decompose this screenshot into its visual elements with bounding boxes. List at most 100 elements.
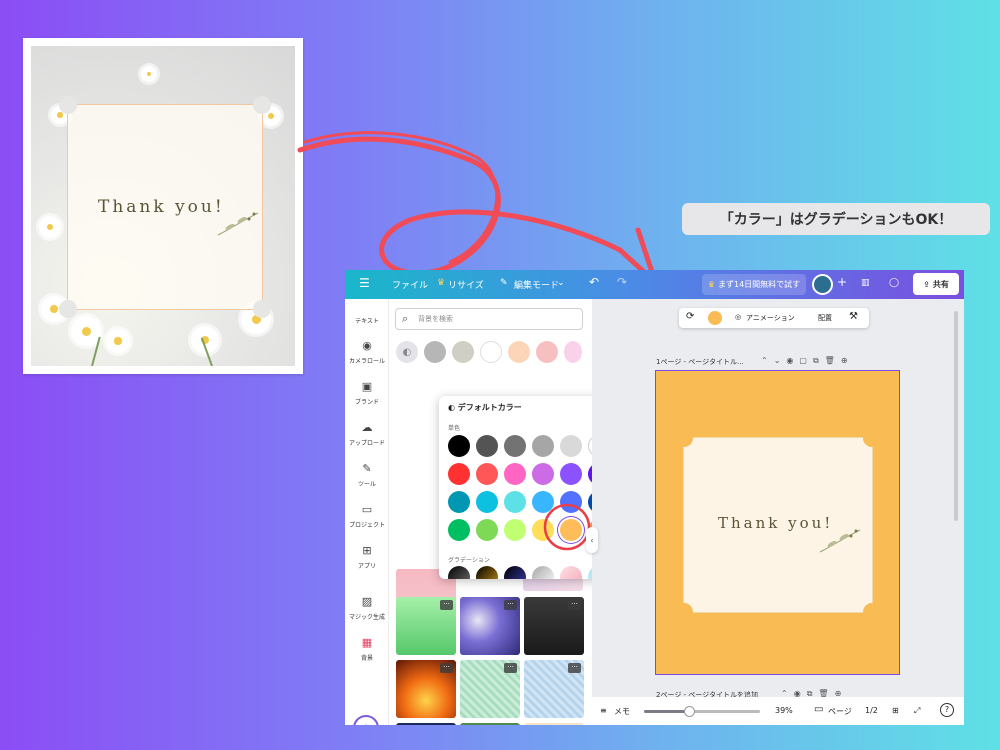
fullscreen-icon[interactable]: ⤢ bbox=[914, 706, 920, 716]
magic-button[interactable]: ✦ bbox=[353, 715, 379, 725]
notes-button[interactable]: メモ bbox=[614, 706, 630, 717]
design-page-1[interactable]: Thank you! bbox=[655, 370, 900, 675]
color-swatch[interactable] bbox=[448, 435, 470, 457]
rail-text[interactable]: テキスト bbox=[345, 316, 389, 325]
rotate-icon[interactable]: ⟳ bbox=[686, 311, 694, 322]
trash-icon[interactable]: 🗑 bbox=[825, 356, 841, 365]
pages-button[interactable]: ページ bbox=[828, 706, 852, 717]
top-swatch[interactable] bbox=[564, 341, 582, 363]
search-input[interactable]: ⌕ 背景を検索 bbox=[395, 308, 583, 330]
top-swatch[interactable] bbox=[424, 341, 446, 363]
color-swatch[interactable] bbox=[504, 435, 526, 457]
crown-icon: ♛ bbox=[707, 280, 715, 289]
rail-camera-roll[interactable]: ◉ カメラロール bbox=[345, 339, 389, 365]
rail-projects[interactable]: ▭ プロジェクト bbox=[345, 503, 389, 529]
gradient-swatch[interactable] bbox=[560, 566, 582, 579]
rail-brand-label: ブランド bbox=[354, 399, 379, 406]
rail-tools[interactable]: ✎ ツール bbox=[345, 462, 389, 488]
rail-apps-label: アプリ bbox=[357, 563, 376, 570]
chevron-up-icon[interactable]: ⌃ bbox=[761, 356, 774, 365]
avatar[interactable] bbox=[812, 274, 833, 295]
vertical-scrollbar[interactable] bbox=[954, 311, 958, 521]
duplicate-icon[interactable]: ⧉ bbox=[813, 356, 825, 365]
color-swatch[interactable] bbox=[532, 435, 554, 457]
undo-icon[interactable]: ↶ bbox=[589, 275, 599, 289]
background-thumbnail[interactable]: ··· bbox=[524, 660, 584, 718]
chevron-down-icon[interactable]: ⌄ bbox=[774, 356, 787, 365]
background-thumbnail[interactable]: ··· bbox=[396, 723, 456, 725]
rail-tools-label: ツール bbox=[357, 481, 376, 488]
add-page-icon[interactable]: ⊕ bbox=[841, 356, 854, 365]
zoom-slider-knob[interactable] bbox=[684, 706, 696, 717]
color-swatch[interactable] bbox=[476, 491, 498, 513]
gradient-swatch[interactable] bbox=[532, 566, 554, 579]
more-icon[interactable]: ··· bbox=[504, 663, 517, 673]
gradient-swatch[interactable] bbox=[476, 566, 498, 579]
background-thumbnail[interactable]: ··· bbox=[460, 723, 520, 725]
zoom-slider[interactable] bbox=[644, 706, 760, 717]
color-swatch[interactable] bbox=[504, 463, 526, 485]
color-swatch[interactable] bbox=[560, 435, 582, 457]
grid-view-icon[interactable]: ⊞ bbox=[892, 706, 899, 715]
rail-upload[interactable]: ☁ アップロード bbox=[345, 421, 389, 447]
file-menu[interactable]: ファイル bbox=[392, 278, 428, 291]
background-thumbnail[interactable]: ··· bbox=[460, 597, 520, 655]
notes-icon[interactable]: ≡ bbox=[600, 706, 607, 715]
color-swatch[interactable] bbox=[504, 519, 526, 541]
analytics-icon[interactable]: ▥ bbox=[861, 278, 870, 288]
palette-icon[interactable]: ◐ bbox=[396, 341, 418, 363]
rail-apps[interactable]: ⊞ アプリ bbox=[345, 544, 389, 570]
color-swatch[interactable] bbox=[448, 463, 470, 485]
collapse-panel-button[interactable]: ‹ bbox=[586, 527, 598, 553]
top-swatch[interactable] bbox=[508, 341, 530, 363]
background-thumbnail[interactable]: ··· bbox=[524, 723, 584, 725]
gradient-swatch[interactable] bbox=[448, 566, 470, 579]
rail-background[interactable]: ▦ 背景 bbox=[345, 636, 389, 662]
edit-mode-menu[interactable]: 編集モード bbox=[514, 278, 559, 291]
page1-title[interactable]: 1ページ - ページタイトル... bbox=[656, 357, 744, 367]
share-button[interactable]: ⇪ 共有 bbox=[913, 273, 959, 295]
background-thumbnail[interactable]: ··· bbox=[396, 660, 456, 718]
color-swatch[interactable] bbox=[476, 463, 498, 485]
color-swatch[interactable] bbox=[560, 463, 582, 485]
rail-background-label: 背景 bbox=[360, 655, 373, 662]
lock-icon[interactable]: ▢ bbox=[799, 356, 813, 365]
top-swatch[interactable] bbox=[536, 341, 558, 363]
background-thumbnail[interactable]: ··· bbox=[460, 660, 520, 718]
top-swatch[interactable] bbox=[452, 341, 474, 363]
resize-menu[interactable]: リサイズ bbox=[448, 278, 484, 291]
more-icon[interactable]: ··· bbox=[504, 600, 517, 610]
more-icon[interactable]: ··· bbox=[568, 663, 581, 673]
add-icon[interactable]: + bbox=[837, 275, 847, 289]
color-swatch[interactable] bbox=[476, 519, 498, 541]
chevron-down-icon[interactable]: ⌄ bbox=[557, 278, 565, 288]
more-icon[interactable]: ··· bbox=[568, 600, 581, 610]
paint-roller-icon[interactable]: ⚒ bbox=[849, 311, 858, 322]
color-swatch[interactable] bbox=[504, 491, 526, 513]
more-icon[interactable]: ··· bbox=[440, 600, 453, 610]
animation-button[interactable]: アニメーション bbox=[746, 313, 795, 323]
rail-brand[interactable]: ▣ ブランド bbox=[345, 380, 389, 406]
color-swatch[interactable] bbox=[476, 435, 498, 457]
trial-button[interactable]: ♛ まず14日間無料で試す bbox=[702, 274, 806, 295]
background-thumbnail[interactable]: ··· bbox=[524, 597, 584, 655]
rail-magic-media[interactable]: ▨ マジック生成 bbox=[345, 595, 389, 621]
eye-icon[interactable]: ◉ bbox=[786, 356, 799, 365]
color-swatch[interactable] bbox=[448, 519, 470, 541]
canvas-area: ‹ ⟳ ◎ アニメーション 配置 ⚒ 1ページ - ページタイトル... ⌃⌄◉… bbox=[586, 299, 964, 725]
top-swatch[interactable] bbox=[480, 341, 502, 363]
top-toolbar: ☰ ファイル ♛ リサイズ ✎ 編集モード ⌄ ↶ ↷ ♛ まず14日間無料で試… bbox=[345, 270, 964, 299]
zoom-level[interactable]: 39% bbox=[775, 706, 793, 715]
help-button[interactable]: ? bbox=[940, 703, 954, 717]
color-swatch-button[interactable] bbox=[708, 311, 722, 325]
color-swatch[interactable] bbox=[532, 463, 554, 485]
menu-icon[interactable]: ☰ bbox=[359, 276, 370, 290]
gradient-swatch[interactable] bbox=[504, 566, 526, 579]
redo-icon[interactable]: ↷ bbox=[617, 275, 627, 289]
comment-icon[interactable]: ◯ bbox=[889, 278, 899, 288]
more-icon[interactable]: ··· bbox=[440, 663, 453, 673]
background-thumbnail[interactable]: ··· bbox=[396, 597, 456, 655]
color-swatch[interactable] bbox=[448, 491, 470, 513]
pages-icon[interactable]: ▭ bbox=[814, 704, 823, 715]
arrange-button[interactable]: 配置 bbox=[818, 313, 832, 323]
